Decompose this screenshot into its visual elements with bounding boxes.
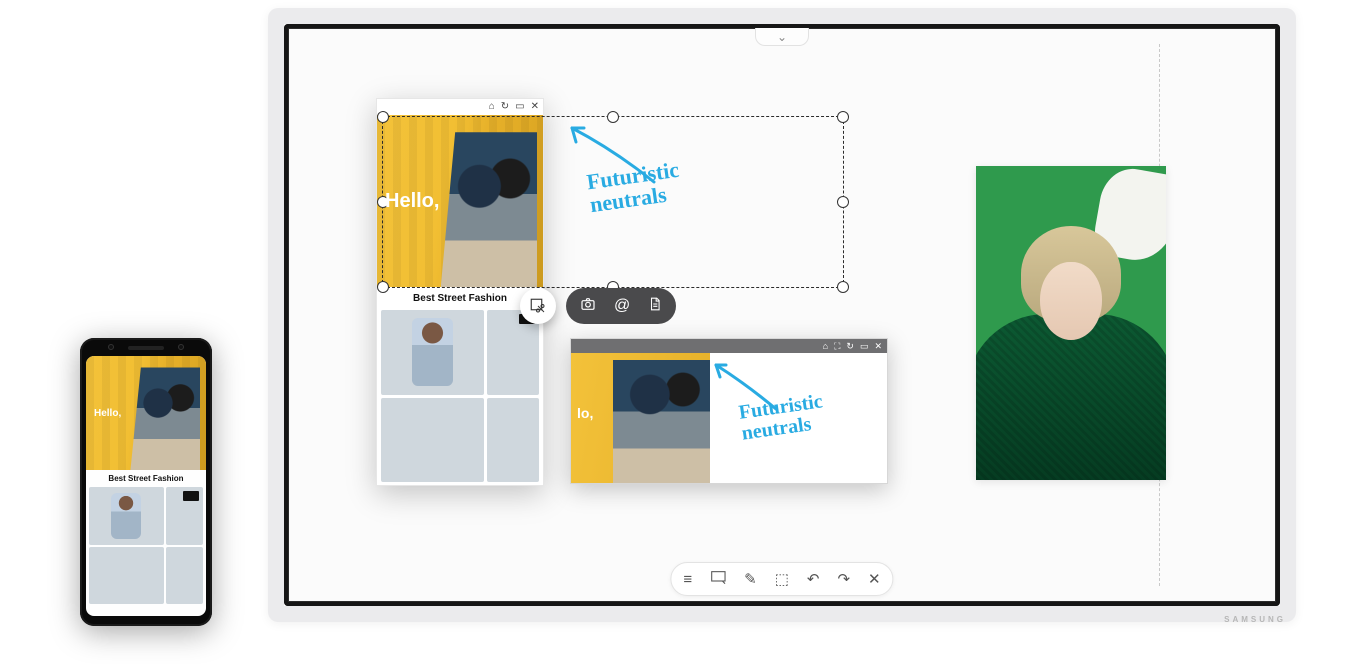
camera-icon[interactable] <box>580 296 596 317</box>
crop-scissors-icon <box>529 297 547 315</box>
close-icon[interactable]: ✕ <box>531 102 539 112</box>
note-icon[interactable] <box>710 570 726 588</box>
selection-handle[interactable] <box>837 111 849 123</box>
phone-grid-image-3 <box>89 547 164 604</box>
inserted-photo[interactable] <box>976 166 1166 480</box>
phone-section-title: Best Street Fashion <box>86 470 206 487</box>
phone-device: Hello, Best Street Fashion <box>80 338 212 626</box>
phone-camera-left <box>108 344 114 350</box>
mirror-grid-image-3 <box>381 398 484 483</box>
undo-icon[interactable]: ↶ <box>807 570 820 588</box>
chevron-down-icon: ⌄ <box>777 30 787 44</box>
mirror-grid-image-4 <box>487 398 539 483</box>
snippet-hero-text: lo, <box>577 405 593 421</box>
photo-person <box>976 226 1166 480</box>
captured-snippet-window[interactable]: ⌂ ⛶ ↻ ▭ ✕ lo, Futuristic neutrals <box>570 338 888 484</box>
selection-action-bar: @ <box>566 288 676 324</box>
flip-display: ⌄ ⌂ ↻ ▭ ✕ Hello, Best Street Fashion <box>268 8 1296 622</box>
brand-label: SAMSUNG <box>1224 615 1286 624</box>
save-icon[interactable]: ▭ <box>860 341 869 352</box>
snippet-image: lo, <box>571 353 710 483</box>
snippet-toolbar: ⌂ ⛶ ↻ ▭ ✕ <box>571 339 887 353</box>
phone-hero-image: Hello, <box>86 356 206 470</box>
mirror-image-grid <box>377 310 543 486</box>
camera-icon[interactable]: ⌂ <box>489 102 495 112</box>
phone-camera-right <box>178 344 184 350</box>
camera-icon[interactable]: ⌂ <box>823 341 828 351</box>
phone-grid-image-1 <box>89 487 164 544</box>
edit-icon[interactable]: ✎ <box>744 570 757 588</box>
snippet-body: lo, Futuristic neutrals <box>571 353 887 483</box>
mirror-section-title: Best Street Fashion <box>377 287 543 310</box>
close-icon[interactable]: ✕ <box>874 341 882 352</box>
mirror-hero-image: Hello, <box>377 115 543 287</box>
refresh-icon[interactable]: ↻ <box>501 102 509 112</box>
select-icon[interactable]: ⬚ <box>775 570 789 588</box>
phone-screen: Hello, Best Street Fashion <box>86 356 206 616</box>
top-pull-tab[interactable]: ⌄ <box>755 28 809 46</box>
redo-icon[interactable]: ↷ <box>837 570 850 588</box>
whiteboard-canvas[interactable]: ⌄ ⌂ ↻ ▭ ✕ Hello, Best Street Fashion <box>284 24 1280 606</box>
phone-hero-text: Hello, <box>94 408 121 419</box>
close-icon[interactable]: ✕ <box>868 570 881 588</box>
mirror-grid-image-1 <box>381 310 484 395</box>
crop-button[interactable] <box>520 288 556 324</box>
mirror-panel-toolbar: ⌂ ↻ ▭ ✕ <box>377 99 543 115</box>
snippet-annotation: Futuristic neutrals <box>738 391 827 444</box>
screen-mirror-panel[interactable]: ⌂ ↻ ▭ ✕ Hello, Best Street Fashion <box>376 98 544 486</box>
mention-icon[interactable]: @ <box>614 297 630 315</box>
phone-image-grid <box>86 487 206 607</box>
mirror-hero-text: Hello, <box>385 190 439 213</box>
selection-handle[interactable] <box>837 196 849 208</box>
menu-icon[interactable]: ≡ <box>683 571 692 588</box>
document-icon[interactable] <box>648 296 662 317</box>
phone-grid-image-4 <box>166 547 203 604</box>
save-icon[interactable]: ▭ <box>515 102 524 112</box>
canvas-bottom-toolbar: ≡ ✎ ⬚ ↶ ↷ ✕ <box>670 562 893 596</box>
refresh-icon[interactable]: ↻ <box>846 341 854 352</box>
expand-icon[interactable]: ⛶ <box>834 341 840 352</box>
phone-speaker <box>128 346 164 350</box>
selection-handle[interactable] <box>837 281 849 293</box>
phone-grid-image-2 <box>166 487 203 544</box>
handwritten-annotation: Futuristic neutrals <box>585 158 683 217</box>
